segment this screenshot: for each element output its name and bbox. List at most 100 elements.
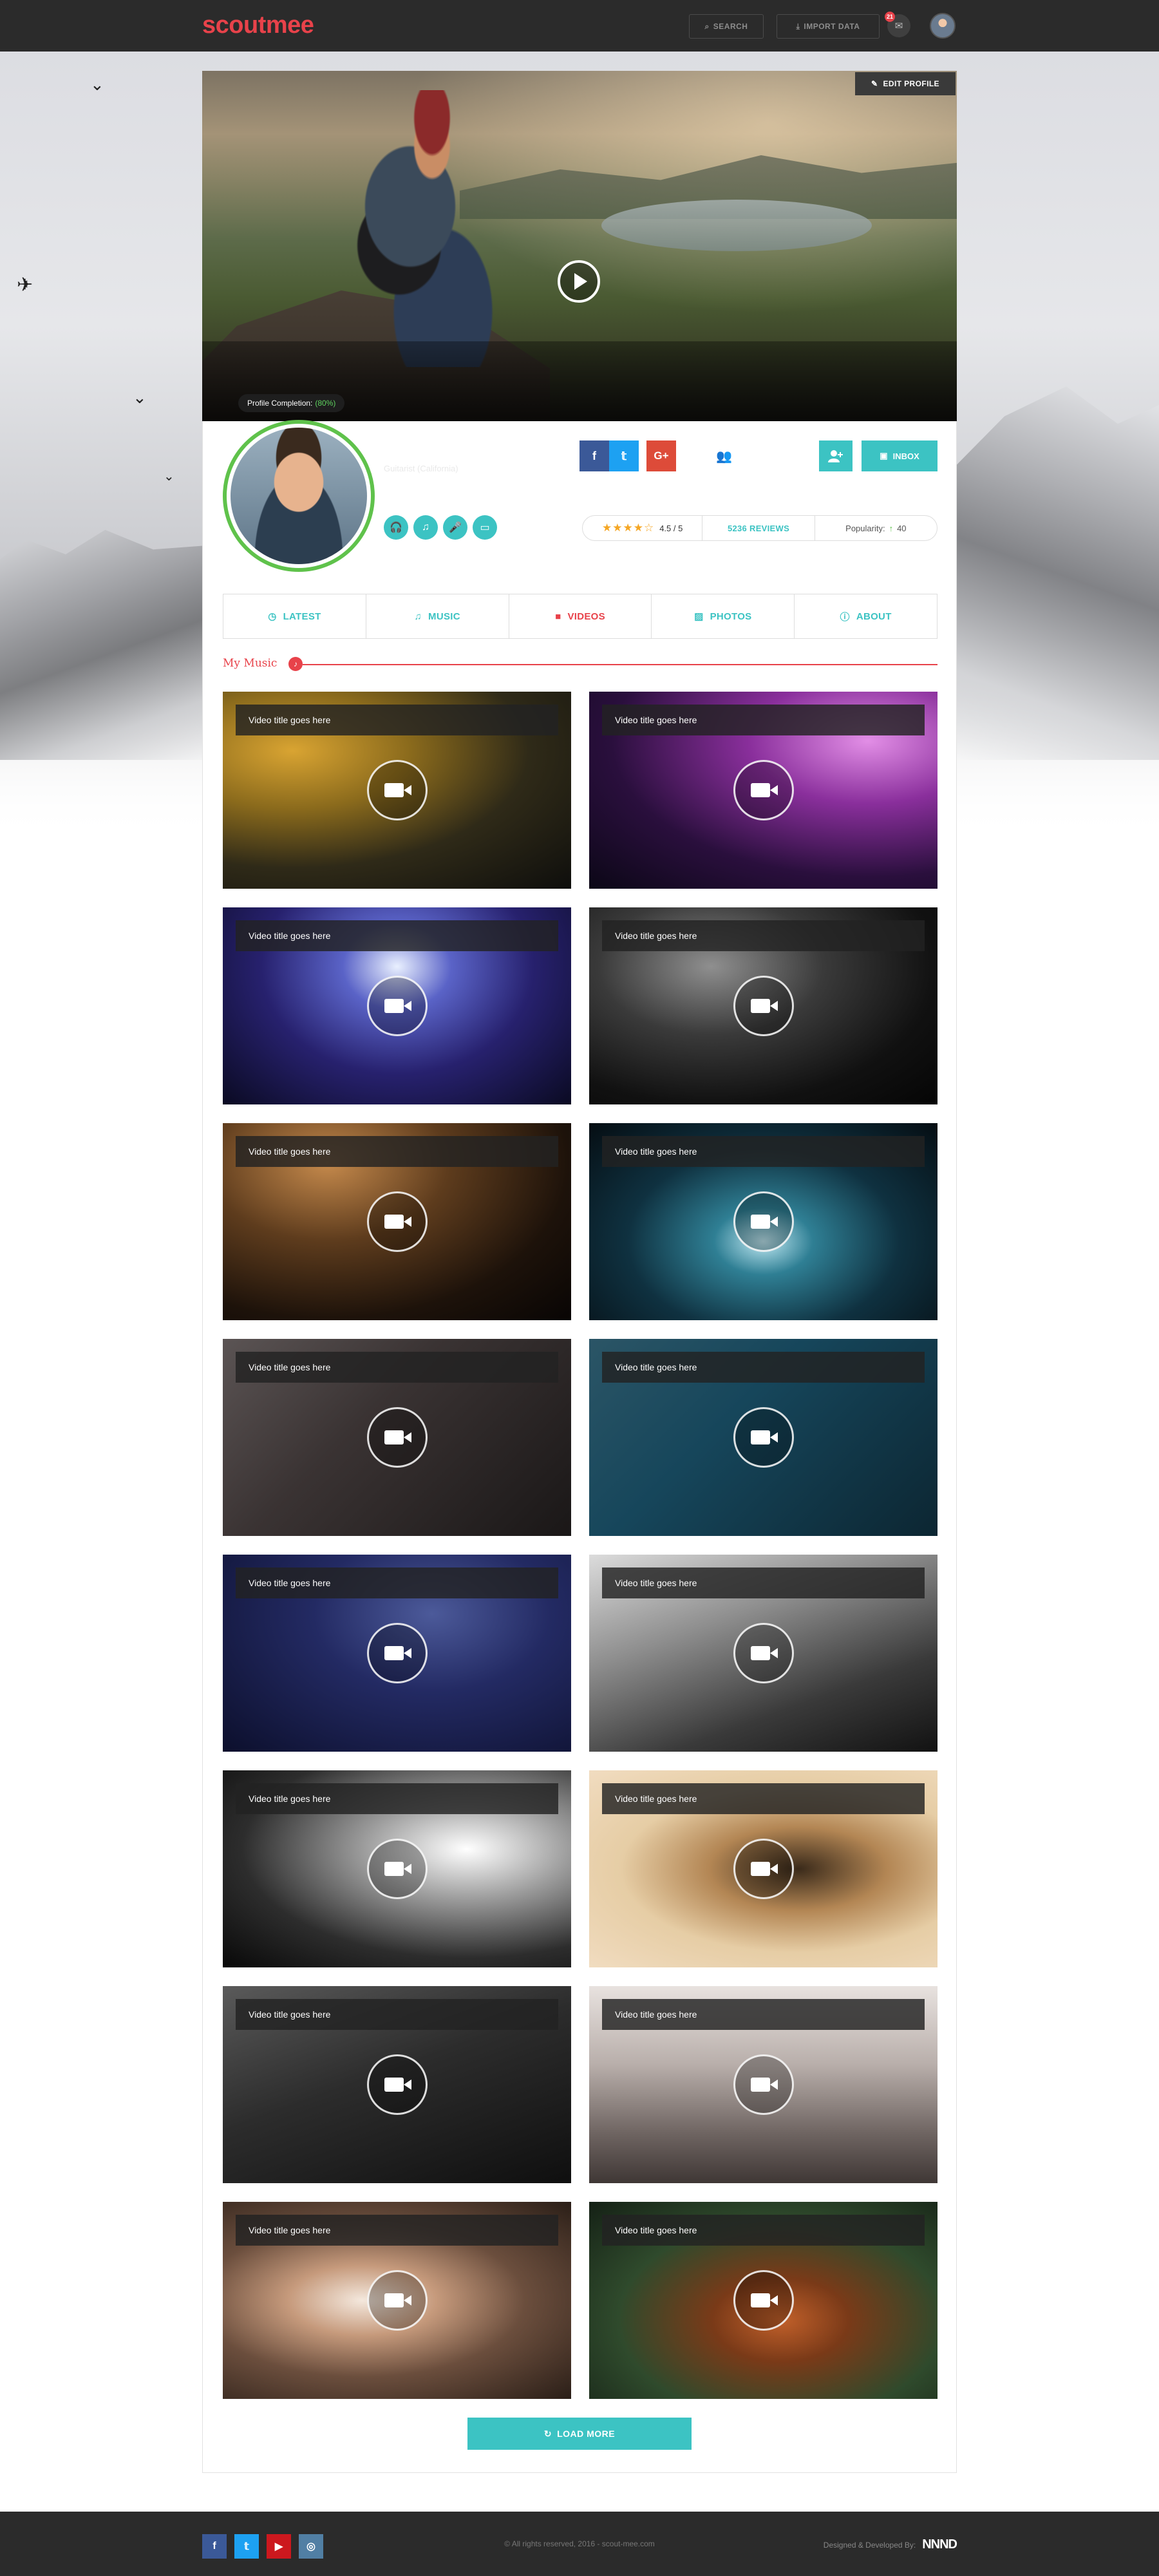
add-user-button[interactable] [819,440,853,471]
video-camera-icon [384,1215,411,1229]
video-card[interactable]: Video title goes here [589,1986,938,2183]
tab-label: MUSIC [428,611,460,622]
video-card[interactable]: Video title goes here [223,1339,571,1536]
video-title[interactable]: Video title goes here [236,1783,558,1814]
video-card[interactable]: Video title goes here [223,1770,571,1967]
rating: ★★★★☆ 4.5 / 5 [583,516,702,540]
clock-icon: ◷ [268,611,277,622]
ticket-icon[interactable]: ▭ [473,515,497,540]
video-camera-icon [751,2293,778,2307]
tab-about[interactable]: ⓘ ABOUT [794,594,937,638]
edit-profile-button[interactable]: ✎ EDIT PROFILE [855,72,956,95]
video-camera-icon [384,1862,411,1876]
video-play-button[interactable] [733,1407,794,1468]
trend-up-icon: ↑ [889,523,894,533]
video-card[interactable]: Video title goes here [589,1770,938,1967]
profile-role: Guitarist (California) [384,464,458,473]
video-camera-icon [384,999,411,1013]
profile-avatar[interactable] [223,420,375,572]
video-title[interactable]: Video title goes here [602,705,925,735]
tab-label: PHOTOS [710,611,752,622]
tab-photos[interactable]: ▨ PHOTOS [651,594,794,638]
video-title[interactable]: Video title goes here [236,920,558,951]
user-avatar[interactable] [930,13,956,39]
video-title[interactable]: Video title goes here [602,2215,925,2246]
designed-by: Designed & Developed By: NNND [824,2537,957,2552]
import-data-button[interactable]: ⤓ IMPORT DATA [777,14,880,39]
video-play-button[interactable] [733,2054,794,2115]
video-play-button[interactable] [367,976,428,1036]
video-card[interactable]: Video title goes here [589,1123,938,1320]
cover-image [202,71,957,421]
background-mountain-right [953,386,1159,760]
reviews-link[interactable]: 5236 REVIEWS [702,516,814,540]
video-play-button[interactable] [367,2054,428,2115]
tab-videos[interactable]: ■ VIDEOS [508,594,652,638]
developer-logo[interactable]: NNND [922,2537,957,2552]
video-camera-icon [384,1430,411,1444]
video-title[interactable]: Video title goes here [602,1136,925,1167]
video-camera-icon [384,2293,411,2307]
video-title[interactable]: Video title goes here [236,1567,558,1598]
import-label: IMPORT DATA [804,22,860,31]
video-play-button[interactable] [733,1191,794,1252]
search-button[interactable]: ⌕ SEARCH [689,14,764,39]
video-play-button[interactable] [733,2270,794,2331]
top-navbar: scoutmee ⌕ SEARCH ⤓ IMPORT DATA ✉ 21 [0,0,1159,52]
video-camera-icon [384,783,411,797]
video-title[interactable]: Video title goes here [602,920,925,951]
video-play-button[interactable] [367,760,428,820]
headphones-icon[interactable]: 🎧 [384,515,408,540]
video-play-button[interactable] [367,1623,428,1683]
video-card[interactable]: Video title goes here [589,2202,938,2399]
video-title[interactable]: Video title goes here [236,705,558,735]
video-play-button[interactable] [367,1407,428,1468]
tab-music[interactable]: ♫ MUSIC [365,594,509,638]
video-card[interactable]: Video title goes here [223,1986,571,2183]
video-card[interactable]: Video title goes here [223,692,571,889]
music-note-icon[interactable]: ♫ [413,515,438,540]
video-card[interactable]: Video title goes here [223,1123,571,1320]
video-card[interactable]: Video title goes here [589,692,938,889]
video-title[interactable]: Video title goes here [236,1352,558,1383]
bird-icon: ✈ [17,274,33,296]
video-play-button[interactable] [733,1623,794,1683]
video-card[interactable]: Video title goes here [589,907,938,1104]
share-facebook-button[interactable]: f [580,440,609,471]
video-title[interactable]: Video title goes here [236,2215,558,2246]
share-googleplus-button[interactable]: G+ [646,440,676,471]
designed-by-label: Designed & Developed By: [823,2540,916,2550]
load-more-button[interactable]: ↻ LOAD MORE [467,2418,692,2450]
tab-latest[interactable]: ◷ LATEST [223,594,366,638]
users-icon: 👥 [716,449,732,464]
video-play-button[interactable] [367,2270,428,2331]
video-title[interactable]: Video title goes here [236,1999,558,2030]
cover-play-button[interactable] [558,260,600,303]
facebook-icon: f [592,449,596,462]
video-play-button[interactable] [733,1839,794,1899]
video-card[interactable]: Video title goes here [223,1555,571,1752]
download-icon: ⤓ [796,21,800,31]
info-icon: ⓘ [840,611,850,623]
video-title[interactable]: Video title goes here [602,1999,925,2030]
microphone-icon[interactable]: 🎤 [443,515,467,540]
video-title[interactable]: Video title goes here [602,1352,925,1383]
video-card[interactable]: Video title goes here [223,2202,571,2399]
share-button[interactable]: ⋖ [679,440,708,471]
video-title[interactable]: Video title goes here [236,1136,558,1167]
video-play-button[interactable] [733,976,794,1036]
inbox-button[interactable]: ▣ INBOX [862,440,938,471]
video-title[interactable]: Video title goes here [602,1567,925,1598]
video-play-button[interactable] [367,1191,428,1252]
video-title[interactable]: Video title goes here [602,1783,925,1814]
inbox-icon: ▣ [880,451,888,460]
video-play-button[interactable] [367,1839,428,1899]
site-logo[interactable]: scoutmee [202,12,314,39]
video-card[interactable]: Video title goes here [223,907,571,1104]
video-play-button[interactable] [733,760,794,820]
video-card[interactable]: Video title goes here [589,1339,938,1536]
video-card[interactable]: Video title goes here [589,1555,938,1752]
followers-count[interactable]: 👥 258 Followers [716,440,795,471]
share-twitter-button[interactable]: 𝕥 [609,440,639,471]
bird-icon: ⌄ [164,469,174,484]
